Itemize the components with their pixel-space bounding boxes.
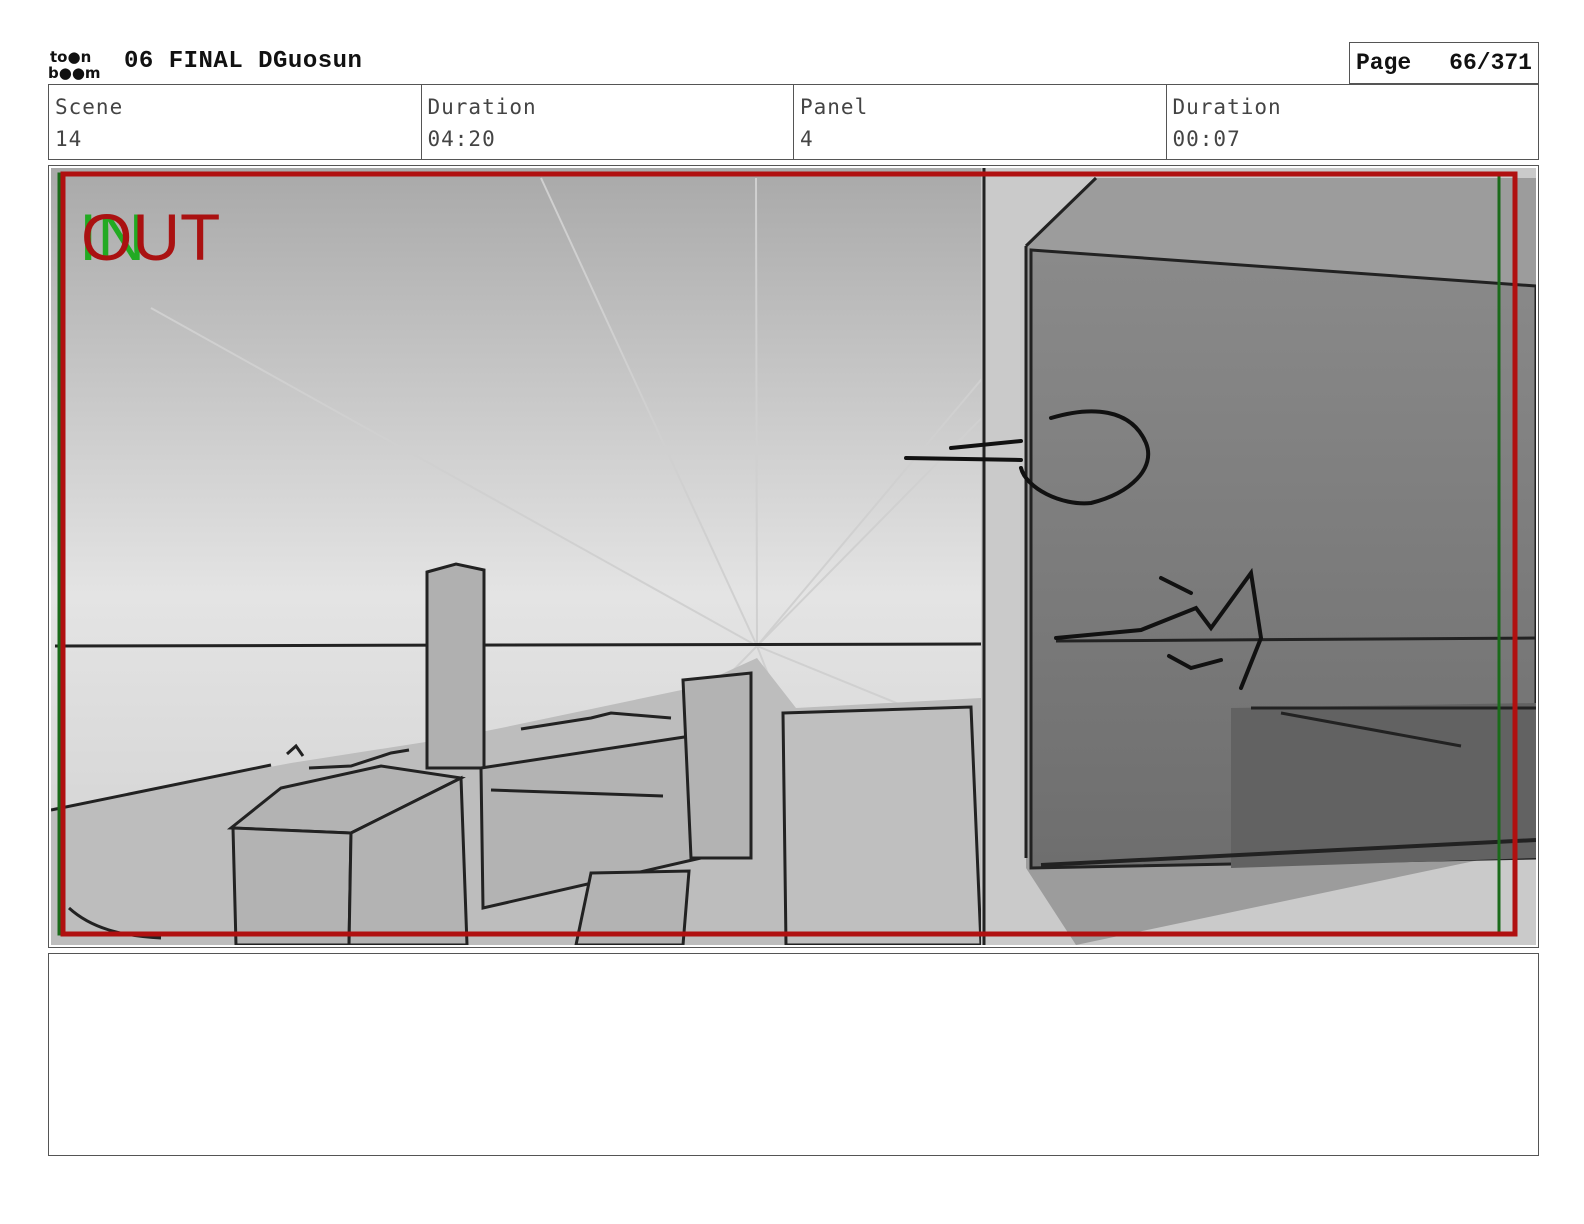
out-marker: OUT <box>81 200 220 274</box>
toon-boom-logo: to●n b●●m <box>48 48 101 80</box>
right-building <box>981 168 1536 945</box>
panel-cell: Panel 4 <box>794 85 1167 159</box>
panel-duration-label: Duration <box>1172 95 1282 119</box>
panel-duration-cell: Duration 00:07 <box>1167 85 1539 159</box>
scene-cell: Scene 14 <box>49 85 422 159</box>
scene-label: Scene <box>55 95 124 119</box>
panel-value: 4 <box>800 127 814 151</box>
storyboard-header: to●n b●●m 06 FINAL DGuosun Page 66/371 <box>48 42 1539 84</box>
panel-duration-value: 00:07 <box>1172 127 1241 151</box>
project-title: 06 FINAL DGuosun <box>124 48 363 75</box>
scene-value: 14 <box>55 127 83 151</box>
tall-tower <box>425 562 486 770</box>
scene-duration-value: 04:20 <box>427 127 496 151</box>
panel-notes-area <box>48 953 1539 1156</box>
svg-text:b●●m: b●●m <box>48 64 101 80</box>
scene-duration-cell: Duration 04:20 <box>422 85 794 159</box>
scene-duration-label: Duration <box>427 95 537 119</box>
page-value: 66/371 <box>1449 50 1532 76</box>
horizon-line <box>54 642 982 648</box>
page-counter: Page 66/371 <box>1349 42 1539 84</box>
panel-frame: IN OUT <box>48 165 1539 948</box>
scene-info-table: Scene 14 Duration 04:20 Panel 4 Duration… <box>48 84 1539 160</box>
panel-sketch-image: IN OUT <box>51 168 1536 945</box>
panel-label: Panel <box>800 95 869 119</box>
page-label: Page <box>1356 50 1412 76</box>
